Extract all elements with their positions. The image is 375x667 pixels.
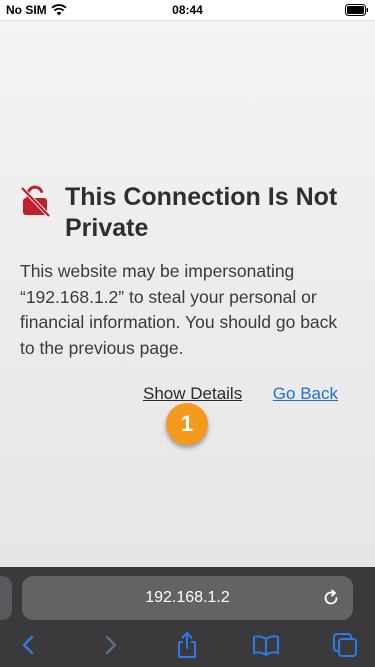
- warning-description: This website may be impersonating “192.1…: [20, 261, 338, 358]
- step-marker: 1: [166, 403, 208, 445]
- share-button[interactable]: [169, 627, 205, 663]
- clock: 08:44: [172, 3, 203, 17]
- book-icon: [253, 635, 279, 656]
- browser-toolbar: 192.168.1.2: [0, 567, 375, 667]
- go-back-link[interactable]: Go Back: [273, 384, 338, 404]
- broken-lock-icon: [20, 185, 50, 217]
- address-bar[interactable]: 192.168.1.2: [22, 576, 353, 620]
- status-bar: No SIM 08:44: [0, 0, 375, 21]
- share-icon: [178, 632, 196, 658]
- back-button[interactable]: [11, 627, 47, 663]
- battery-icon: [345, 4, 369, 19]
- show-details-link[interactable]: Show Details: [143, 384, 242, 404]
- page-title: This Connection Is Not Private: [65, 183, 338, 242]
- forward-button[interactable]: [92, 627, 128, 663]
- certificate-warning: This Connection Is Not Private This webs…: [20, 182, 350, 408]
- safari-screen: No SIM 08:44 This Connection Is Not Priv…: [0, 0, 375, 667]
- address-text: 192.168.1.2: [145, 589, 230, 606]
- bookmarks-button[interactable]: [248, 627, 284, 663]
- title-row: This Connection Is Not Private: [20, 182, 350, 244]
- previous-tab-pill[interactable]: [0, 576, 12, 620]
- toolbar-buttons: [0, 627, 375, 663]
- tabs-icon: [333, 633, 357, 657]
- tabs-button[interactable]: [327, 627, 363, 663]
- chevron-left-icon: [22, 635, 34, 655]
- reload-icon[interactable]: [321, 588, 341, 608]
- chevron-right-icon: [105, 635, 117, 655]
